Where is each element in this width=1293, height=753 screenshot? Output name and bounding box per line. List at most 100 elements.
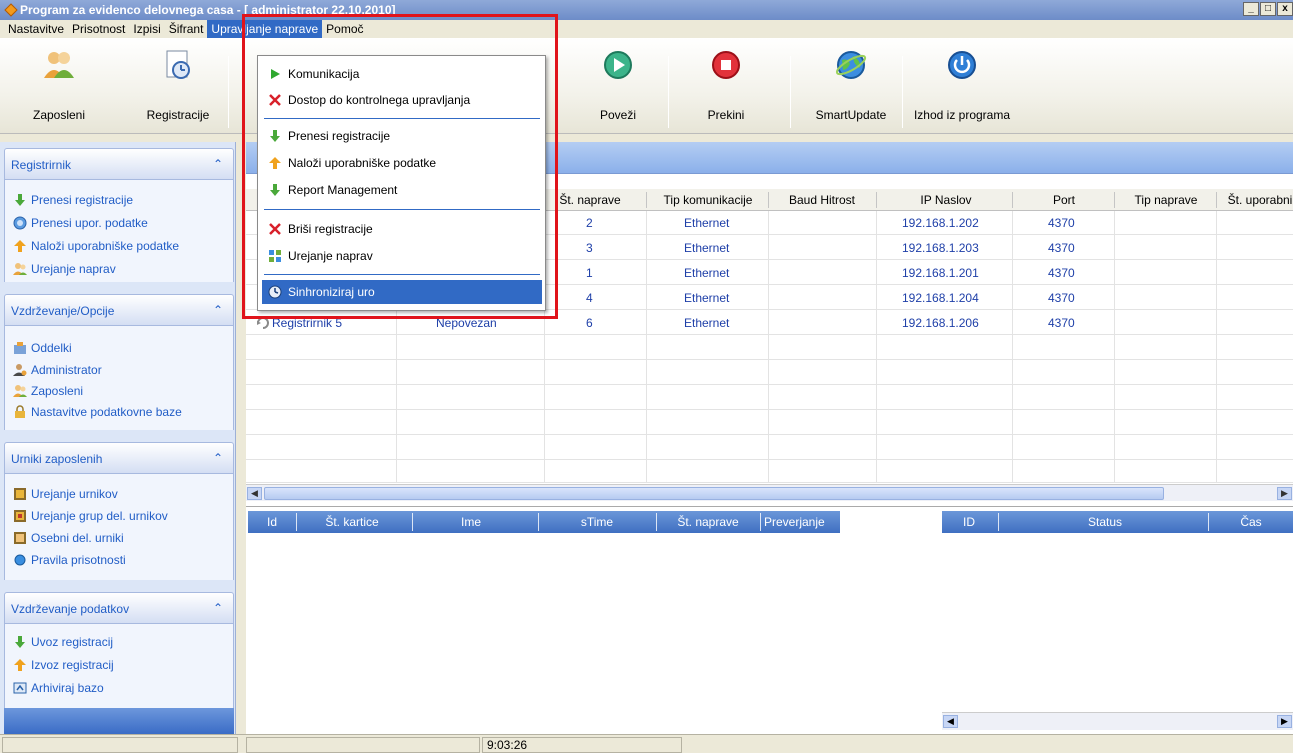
column-header[interactable]: Št. kartice [304,515,400,529]
green-down-arrow-icon [15,194,25,206]
power-icon [948,51,976,79]
column-header[interactable]: IP Naslov [886,193,1006,207]
cell-ip-address: 192.168.1.203 [902,241,979,255]
status-hscrollbar[interactable]: ◀ ▶ [942,712,1293,730]
sidebar-item-prenesi-upor-podatke[interactable]: Prenesi upor. podatke [13,213,148,233]
table-row[interactable] [246,411,1293,435]
column-header[interactable]: sTime [542,515,652,529]
maximize-button[interactable]: □ [1260,2,1276,16]
close-button[interactable]: x [1277,2,1293,16]
table-row[interactable] [246,386,1293,410]
column-header[interactable]: Št. uporabni [1220,193,1293,207]
scroll-right-icon[interactable]: ▶ [1277,715,1292,728]
column-header[interactable]: Ime [416,515,526,529]
status-bar: 9:03:26 [0,734,1293,753]
stop-icon [712,51,740,79]
connect-toolbar-button[interactable]: Poveži [588,44,648,128]
column-header[interactable]: Status [1002,515,1208,529]
sidebar-item-urejanje-naprav[interactable]: Urejanje naprav [13,259,116,279]
column-header[interactable]: Čas [1212,515,1290,529]
scroll-right-icon[interactable]: ▶ [1277,487,1292,500]
personal-schedule-icon [14,532,26,544]
toolbar-separator [902,56,903,128]
sidebar-item-zaposleni[interactable]: Zaposleni [13,381,83,401]
sidebar-item-label: Naloži uporabniške podatke [31,239,180,253]
sidebar-item-oddelki[interactable]: Oddelki [13,338,72,358]
sidebar-group-vzdrzevanje-podatkov[interactable]: Vzdrževanje podatkov ⌃ [4,592,234,624]
scrollbar-thumb[interactable] [264,487,1164,500]
smartupdate-toolbar-button[interactable]: SmartUpdate [806,44,896,128]
sidebar-item-nastavitve-podatkovne-baze[interactable]: Nastavitve podatkovne baze [13,402,182,422]
cell-port: 4370 [1048,266,1075,280]
sidebar-item-label: Urejanje urnikov [31,487,118,501]
sidebar-item-urejanje-grup-del-urnikov[interactable]: Urejanje grup del. urnikov [13,506,168,526]
employees-icon [13,385,27,397]
toolbar-separator [228,56,229,128]
column-header[interactable]: Preverjanje [764,515,840,529]
column-header[interactable]: Št. naprave [660,515,756,529]
menu-izpisi[interactable]: Izpisi [129,20,164,38]
exit-toolbar-button[interactable]: Izhod iz programa [904,44,1020,128]
sidebar-item-pravila-prisotnosti[interactable]: Pravila prisotnosti [13,550,126,570]
sidebar-item-nalozi-uporabniske-podatke[interactable]: Naloži uporabniške podatke [13,236,179,256]
sidebar-group-urniki-zaposlenih[interactable]: Urniki zaposlenih ⌃ [4,442,234,474]
orange-up-arrow-icon [14,240,26,252]
sidebar-item-label: Izvoz registracij [31,658,114,672]
column-header[interactable]: Port [1016,193,1112,207]
sidebar-item-osebni-del-urniki[interactable]: Osebni del. urniki [13,528,124,548]
toolbar-separator [790,56,791,128]
sidebar-item-label: Osebni del. urniki [31,531,124,545]
menu-nastavitve[interactable]: Nastavitve [4,20,68,38]
sidebar-item-label: Uvoz registracij [31,635,114,649]
sidebar-item-urejanje-urnikov[interactable]: Urejanje urnikov [13,484,118,504]
column-header[interactable]: Št. naprave [550,193,630,207]
clock-document-icon [166,50,190,79]
toolbar-label: Prekini [707,108,745,122]
menu-prisotnost[interactable]: Prisotnost [68,20,129,38]
column-header[interactable]: Id [262,515,282,529]
minimize-button[interactable]: _ [1243,2,1259,16]
schedule-group-icon [14,510,26,522]
disconnect-toolbar-button[interactable]: Prekini [690,44,762,128]
admin-icon [13,364,27,376]
sidebar-item-uvoz-registracij[interactable]: Uvoz registracij [13,632,113,652]
sidebar-item-label: Administrator [31,363,102,377]
scroll-left-icon[interactable]: ◀ [247,487,262,500]
sidebar-item-label: Pravila prisotnosti [31,553,126,567]
collapse-chevron-icon[interactable]: ⌃ [213,157,223,171]
employees-toolbar-button[interactable]: Zaposleni [24,44,94,128]
table-row[interactable] [246,361,1293,385]
sidebar-group-registrirnik[interactable]: Registrirnik ⌃ [4,148,234,180]
collapse-chevron-icon[interactable]: ⌃ [213,303,223,317]
sidebar-item-administrator[interactable]: Administrator [13,360,102,380]
toolbar-label: SmartUpdate [815,108,887,122]
toolbar-strip [0,134,1293,142]
column-header[interactable]: ID [954,515,984,529]
sidebar-item-prenesi-registracije[interactable]: Prenesi registracije [13,190,133,210]
cell-ip-address: 192.168.1.206 [902,316,979,330]
registrations-toolbar-button[interactable]: Registracije [138,44,218,128]
sidebar-item-izvoz-registracij[interactable]: Izvoz registracij [13,655,114,675]
table-row[interactable] [246,461,1293,483]
status-time: 9:03:26 [482,737,682,753]
sidebar-group-vzdrzevanje-opcije[interactable]: Vzdrževanje/Opcije ⌃ [4,294,234,326]
cell-port: 4370 [1048,291,1075,305]
sidebar-item-arhiviraj-bazo[interactable]: Arhiviraj bazo [13,678,104,698]
column-header[interactable]: Baud Hitrost [772,193,872,207]
column-header[interactable]: Tip komunikacije [650,193,766,207]
cell-communication-type: Ethernet [684,316,730,330]
horizontal-scrollbar[interactable]: ◀ ▶ [246,484,1293,501]
collapse-chevron-icon[interactable]: ⌃ [213,451,223,465]
menu-sifrant[interactable]: Šifrant [165,20,208,38]
table-row[interactable] [246,336,1293,360]
play-icon [604,51,632,79]
table-row[interactable] [246,436,1293,460]
registrations-table-header: Id Št. kartice Ime sTime Št. naprave Pre… [248,511,840,533]
scroll-left-icon[interactable]: ◀ [943,715,958,728]
archive-icon [13,682,27,694]
column-header[interactable]: Tip naprave [1118,193,1214,207]
cell-device-number: 4 [586,291,593,305]
sidebar-item-label: Nastavitve podatkovne baze [31,405,182,419]
collapse-chevron-icon[interactable]: ⌃ [213,601,223,615]
toolbar-label: Zaposleni [32,108,86,122]
